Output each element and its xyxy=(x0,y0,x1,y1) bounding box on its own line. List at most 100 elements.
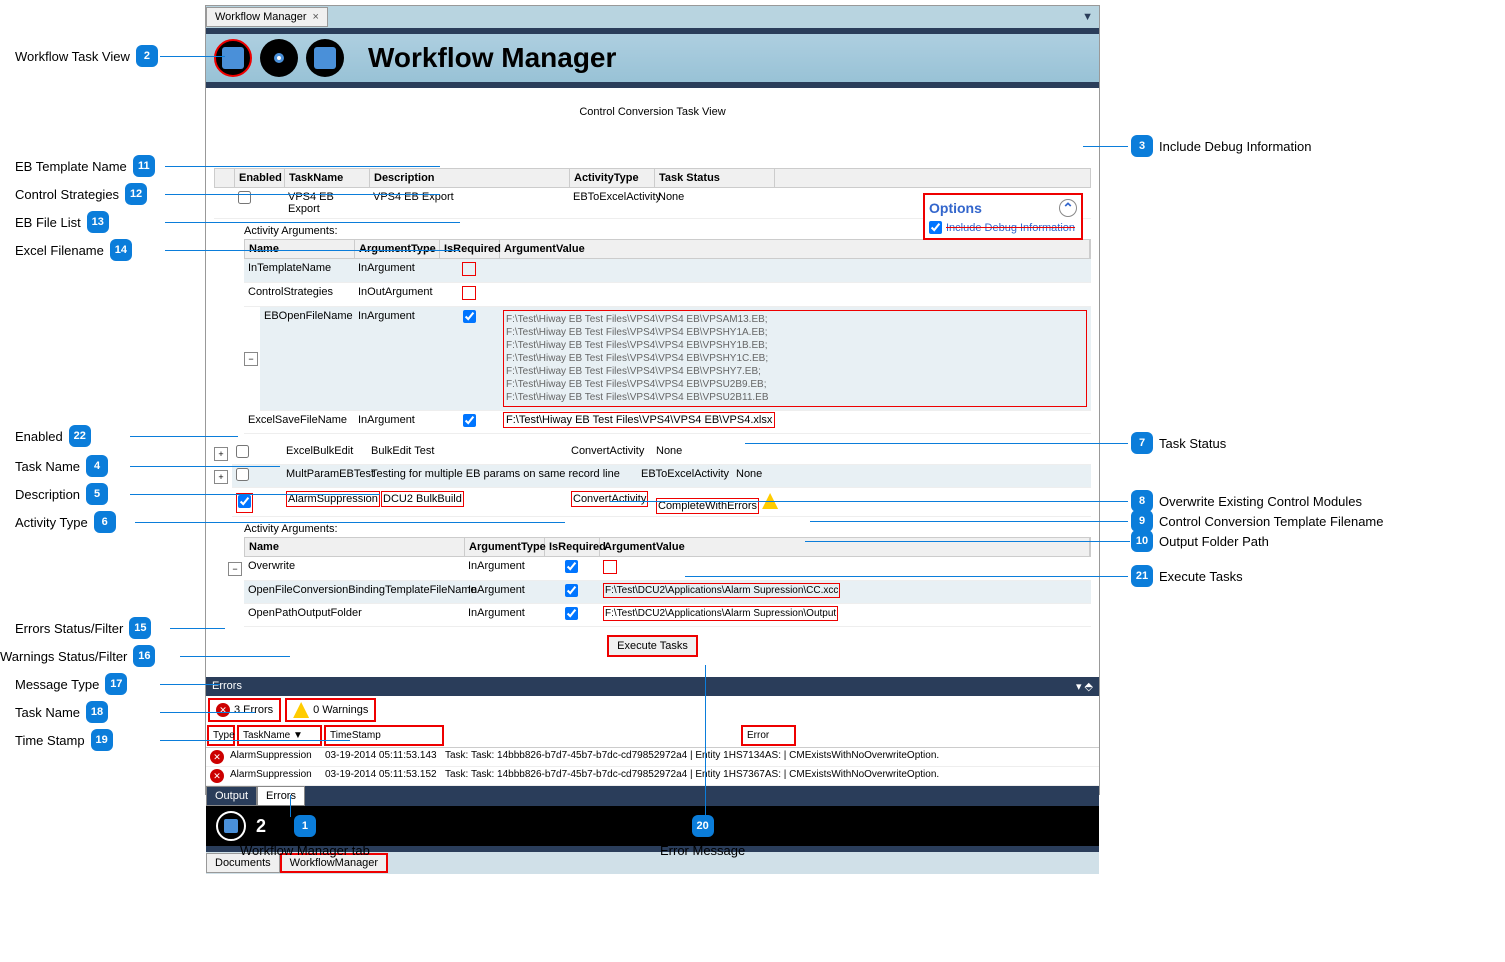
view-icon-3[interactable] xyxy=(306,39,344,77)
excel-filename-value: F:\Test\Hiway EB Test Files\VPS4\VPS4 EB… xyxy=(503,412,775,428)
arg-row: InTemplateName InArgument xyxy=(244,259,1091,283)
col-error-message: Error xyxy=(741,725,796,746)
callout: Task Name4 xyxy=(15,455,114,477)
callout: Control Conversion Template Filename9 xyxy=(1125,510,1383,532)
arg-row: Overwrite InArgument xyxy=(244,557,1091,581)
header-title: Workflow Manager xyxy=(368,42,616,74)
expand-icon[interactable]: + xyxy=(214,470,228,484)
errors-title: Errors xyxy=(212,680,242,693)
callout: Control Strategies12 xyxy=(15,183,153,205)
workflow-manager-tab[interactable]: Workflow Manager × xyxy=(206,7,328,27)
required-checkbox[interactable] xyxy=(565,607,578,620)
enabled-checkbox[interactable] xyxy=(236,445,249,458)
errors-grid: Type TaskName ▼ TimeStamp Error ✕ AlarmS… xyxy=(206,724,1099,786)
required-box[interactable] xyxy=(462,262,476,276)
chevron-up-icon[interactable]: ⌃ xyxy=(1059,199,1077,217)
error-icon: ✕ xyxy=(210,769,224,783)
activity-arguments-section: Activity Arguments: Name ArgumentType Is… xyxy=(244,521,1091,627)
callout: Execute Tasks21 xyxy=(1125,565,1243,587)
arg-row: OpenPathOutputFolder InArgument F:\Test\… xyxy=(244,604,1091,627)
content-title: Control Conversion Task View xyxy=(214,96,1091,128)
content-area: Control Conversion Task View Options ⌃ I… xyxy=(206,88,1099,673)
callout: Errors Status/Filter15 xyxy=(15,617,157,639)
col-description: Description xyxy=(370,169,570,187)
minimize-icon[interactable]: ▾ xyxy=(1076,681,1082,693)
output-folder-value: F:\Test\DCU2\Applications\Alarm Supressi… xyxy=(603,606,838,621)
required-checkbox[interactable] xyxy=(565,584,578,597)
workflow-task-view-icon[interactable] xyxy=(214,39,252,77)
col-taskname: TaskName xyxy=(285,169,370,187)
col-error-type: Type xyxy=(207,725,235,746)
header-bar: Workflow Manager xyxy=(206,28,1099,88)
callout: Output Folder Path10 xyxy=(1125,530,1269,552)
callout: Excel Filename14 xyxy=(15,239,138,261)
template-filename-value: F:\Test\DCU2\Applications\Alarm Supressi… xyxy=(603,583,840,598)
callout: Enabled22 xyxy=(15,425,97,447)
callout: Message Type17 xyxy=(15,673,133,695)
minimize-icon[interactable]: ▼ xyxy=(1076,11,1099,23)
task-desc-cell: VPS4 EB Export xyxy=(369,188,569,218)
arg-row: ControlStrategies InOutArgument xyxy=(244,283,1091,307)
task-name-cell: VPS4 EB Export xyxy=(284,188,369,218)
callout: Overwrite Existing Control Modules8 xyxy=(1125,490,1362,512)
error-row[interactable]: ✕ AlarmSuppression 03-19-2014 05:11:53.1… xyxy=(206,748,1099,767)
pin-icon[interactable]: ⬘ xyxy=(1085,681,1093,693)
warning-icon xyxy=(293,702,309,718)
callout: Include Debug Information3 xyxy=(1125,135,1311,157)
include-debug-label: Include Debug Information xyxy=(946,222,1075,234)
warnings-filter-button[interactable]: 0 Warnings xyxy=(285,698,376,722)
task-grid-header: Enabled TaskName Description ActivityTyp… xyxy=(214,168,1091,188)
enabled-checkbox[interactable] xyxy=(236,468,249,481)
required-checkbox[interactable] xyxy=(463,310,476,323)
callout: Task Name18 xyxy=(15,701,114,723)
col-error-timestamp: TimeStamp xyxy=(324,725,444,746)
expand-icon[interactable]: + xyxy=(214,447,228,461)
view-icon-2[interactable] xyxy=(260,39,298,77)
callout: EB Template Name11 xyxy=(15,155,161,177)
error-icon: ✕ xyxy=(216,703,230,717)
task-status-cell: None xyxy=(654,188,774,218)
enabled-checkbox[interactable] xyxy=(238,495,251,508)
required-checkbox[interactable] xyxy=(565,560,578,573)
required-box[interactable] xyxy=(462,286,476,300)
errors-filter-button[interactable]: ✕ 3 Errors xyxy=(208,698,281,722)
col-enabled: Enabled xyxy=(235,169,285,187)
errors-panel: Errors ▾ ⬘ ✕ 3 Errors 0 Warnings Type Ta… xyxy=(206,677,1099,806)
activity-arguments-section: Activity Arguments: Name ArgumentType Is… xyxy=(244,223,1091,434)
task-row[interactable]: MultParamEBTest Testing for multiple EB … xyxy=(232,465,1091,488)
tab-label: Workflow Manager xyxy=(215,11,307,23)
required-checkbox[interactable] xyxy=(463,414,476,427)
col-activitytype: ActivityType xyxy=(570,169,655,187)
task-row[interactable]: ExcelBulkEdit BulkEdit Test ConvertActiv… xyxy=(232,442,1091,465)
callout: Workflow Task View2 xyxy=(15,45,164,67)
col-error-taskname: TaskName ▼ xyxy=(237,725,322,746)
execute-tasks-button[interactable]: Execute Tasks xyxy=(607,635,698,657)
task-activity-cell: EBToExcelActivity xyxy=(569,188,654,218)
col-taskstatus: Task Status xyxy=(655,169,775,187)
callout: Activity Type6 xyxy=(15,511,122,533)
callout: Task Status7 xyxy=(1125,432,1226,454)
arg-row: EBOpenFileName InArgument F:\Test\Hiway … xyxy=(260,307,1091,411)
eb-files-list: F:\Test\Hiway EB Test Files\VPS4\VPS4 EB… xyxy=(503,310,1087,407)
callout: EB File List13 xyxy=(15,211,115,233)
callout: 1 Workflow Manager tab xyxy=(240,815,370,858)
task-desc-cell: DCU2 BulkBuild xyxy=(381,491,464,507)
arg-row: ExcelSaveFileName InArgument F:\Test\Hiw… xyxy=(244,411,1091,434)
output-tab[interactable]: Output xyxy=(206,786,257,806)
callout: 20 Error Message xyxy=(660,815,745,858)
enabled-checkbox[interactable] xyxy=(238,191,251,204)
task-activity-cell: ConvertActivity xyxy=(571,491,648,507)
callout: Description5 xyxy=(15,483,114,505)
collapse-icon[interactable]: − xyxy=(244,352,258,366)
errors-tab[interactable]: Errors xyxy=(257,786,305,806)
include-debug-checkbox[interactable] xyxy=(929,221,942,234)
app-window: Workflow Manager × ▼ Workflow Manager Co… xyxy=(205,5,1100,795)
arg-row: OpenFileConversionBindingTemplateFileNam… xyxy=(244,581,1091,604)
callout: Time Stamp19 xyxy=(15,729,119,751)
overwrite-value[interactable] xyxy=(603,560,617,574)
options-panel: Options ⌃ Include Debug Information xyxy=(923,193,1083,240)
error-row[interactable]: ✕ AlarmSuppression 03-19-2014 05:11:53.1… xyxy=(206,767,1099,786)
options-label: Options xyxy=(929,200,982,216)
close-icon[interactable]: × xyxy=(313,11,319,23)
collapse-icon[interactable]: − xyxy=(228,562,242,576)
